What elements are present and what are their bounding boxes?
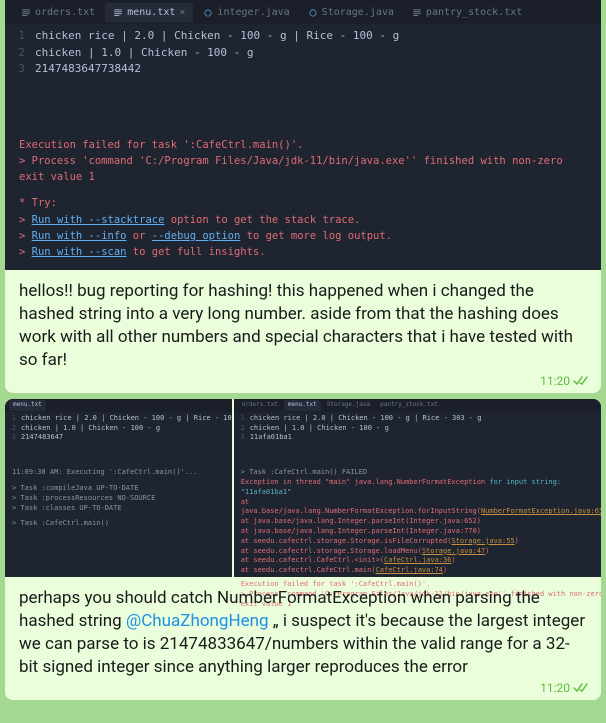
message-text: perhaps you should catch NumberFormatExc…	[5, 577, 601, 700]
java-icon	[203, 8, 213, 18]
line-number: 2	[5, 45, 35, 62]
tab-menu[interactable]: menu.txt ×	[105, 3, 193, 22]
hint-line: > Run with --scan to get full insights.	[19, 244, 587, 260]
tab-storage[interactable]: Storage.java	[300, 3, 402, 22]
code-screenshot[interactable]: orders.txt menu.txt × integer.java Stora…	[5, 0, 601, 270]
message-bubble: menu.txt 1chicken rice | 2.0 | Chicken -…	[5, 399, 601, 700]
tab-label: orders.txt	[35, 5, 95, 20]
hint-line: > Run with --stacktrace option to get th…	[19, 212, 587, 228]
message-meta: 11:20	[540, 373, 591, 389]
code-thumbnail-left[interactable]: menu.txt 1chicken rice | 2.0 | Chicken -…	[5, 399, 232, 577]
timestamp: 11:20	[540, 680, 570, 696]
error-line: Execution failed for task ':CafeCtrl.mai…	[19, 137, 587, 153]
message-text: hellos!! bug reporting for hashing! this…	[5, 270, 601, 393]
read-checks-icon	[573, 682, 591, 694]
code-line: 32147483647738442	[5, 61, 601, 78]
tab-pantry[interactable]: pantry_stock.txt	[404, 3, 530, 22]
timestamp: 11:20	[540, 373, 570, 389]
tab-integer[interactable]: integer.java	[195, 3, 297, 22]
tab-label: Storage.java	[322, 5, 394, 20]
error-line: > Process 'command 'C:/Program Files/Jav…	[19, 153, 587, 186]
code-line: 2chicken | 1.0 | Chicken - 100 - g	[5, 45, 601, 62]
file-icon	[21, 8, 31, 18]
tab-label: integer.java	[217, 5, 289, 20]
tab-label: pantry_stock.txt	[426, 5, 522, 20]
editor-tab-bar: orders.txt menu.txt × integer.java Stora…	[5, 0, 601, 24]
tab-label: menu.txt	[127, 5, 175, 20]
message-meta: 11:20	[540, 680, 591, 696]
file-icon	[412, 8, 422, 18]
line-number: 1	[5, 28, 35, 45]
user-mention[interactable]: @ChuaZhongHeng	[126, 611, 269, 631]
terminal-output: Execution failed for task ':CafeCtrl.mai…	[5, 127, 601, 271]
line-number: 3	[5, 61, 35, 78]
close-icon[interactable]: ×	[179, 5, 185, 20]
code-line: 1chicken rice | 2.0 | Chicken - 100 - g …	[5, 28, 601, 45]
java-icon	[308, 8, 318, 18]
try-header: * Try:	[19, 195, 587, 211]
read-checks-icon	[573, 375, 591, 387]
hint-line: > Run with --info or --debug option to g…	[19, 228, 587, 244]
file-icon	[113, 8, 123, 18]
code-thumbnail-right[interactable]: orders.txtmenu.txtStorage.javapantry_sto…	[234, 399, 601, 577]
editor-content: 1chicken rice | 2.0 | Chicken - 100 - g …	[5, 24, 601, 82]
tab-orders[interactable]: orders.txt	[13, 3, 103, 22]
message-bubble: orders.txt menu.txt × integer.java Stora…	[5, 0, 601, 393]
image-row: menu.txt 1chicken rice | 2.0 | Chicken -…	[5, 399, 601, 577]
